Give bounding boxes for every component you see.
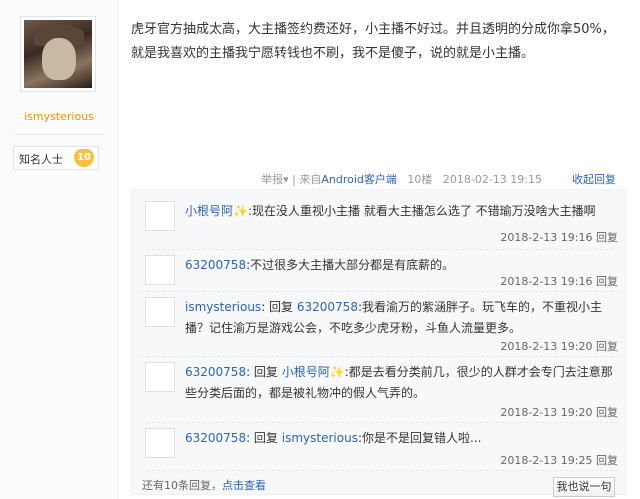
more-replies: 还有10条回复，点击查看 bbox=[142, 477, 266, 493]
sparkle-icon: ✨ bbox=[329, 365, 345, 379]
add-reply-button[interactable]: 我也说一句 bbox=[553, 477, 615, 497]
comment-username[interactable]: 63200758 bbox=[185, 431, 246, 445]
comment-username[interactable]: 小根号阿 bbox=[185, 204, 233, 218]
reply-link[interactable]: 回复 bbox=[596, 454, 618, 467]
client-link[interactable]: Android客户端 bbox=[321, 173, 397, 186]
list-item: 小根号阿✨:现在没人重视小主播 就看大主播怎么选了 不错瑜万没啥大主播啊 201… bbox=[142, 196, 618, 250]
meta-separator: | bbox=[292, 173, 296, 186]
user-avatar[interactable] bbox=[145, 428, 175, 458]
reply-prefix: : 回复 bbox=[246, 431, 278, 445]
reply-link[interactable]: 回复 bbox=[596, 340, 618, 353]
sub-reply-list: 小根号阿✨:现在没人重视小主播 就看大主播怎么选了 不错瑜万没啥大主播啊 201… bbox=[131, 189, 626, 497]
report-link[interactable]: 举报 bbox=[261, 173, 283, 186]
comment-text: :你是不是回复错人啦... bbox=[357, 431, 482, 445]
rank-label: 知名人士 bbox=[19, 153, 63, 166]
comment-time: 2018-2-13 19:16 bbox=[500, 231, 593, 244]
author-avatar[interactable] bbox=[20, 16, 96, 92]
reply-to-username[interactable]: ismysterious bbox=[282, 431, 358, 445]
collapse-reply-button[interactable]: 收起回复 bbox=[572, 171, 616, 187]
user-avatar[interactable] bbox=[145, 297, 175, 327]
from-prefix: 来自 bbox=[299, 173, 322, 186]
post-time: 2018-02-13 19:15 bbox=[442, 173, 542, 186]
comment-username[interactable]: ismysterious bbox=[185, 300, 261, 314]
author-avatar-image bbox=[24, 20, 92, 88]
list-item: ismysterious: 回复 63200758:我看渝万的紫涵胖子。玩飞车的… bbox=[142, 292, 618, 357]
reply-prefix: : 回复 bbox=[246, 365, 278, 379]
reply-link[interactable]: 回复 bbox=[596, 406, 618, 419]
rank-level-icon: 10 bbox=[74, 149, 94, 167]
comment-time: 2018-2-13 19:20 bbox=[500, 406, 593, 419]
reply-prefix: : 回复 bbox=[261, 300, 294, 314]
comment-time: 2018-2-13 19:25 bbox=[500, 454, 593, 467]
reply-link[interactable]: 回复 bbox=[596, 231, 618, 244]
post-meta: 举报▾ | 来自Android客户端 10楼 2018-02-13 19:15 … bbox=[131, 168, 626, 190]
list-item: 63200758:不过很多大主播大部分都是有底薪的。 2018-2-13 19:… bbox=[142, 250, 618, 292]
list-item: 63200758: 回复 小根号阿✨:都是去看分类前几，很少的人群才会专门去注意… bbox=[142, 357, 618, 423]
report-dropdown-icon[interactable]: ▾ bbox=[283, 173, 289, 186]
comment-username[interactable]: 63200758 bbox=[185, 258, 246, 272]
user-avatar[interactable] bbox=[145, 255, 175, 285]
user-avatar[interactable] bbox=[145, 201, 175, 231]
reply-to-username[interactable]: 63200758 bbox=[297, 300, 358, 314]
post-content: 虎牙官方抽成太高，大主播签约费还好，小主播不好过。并且透明的分成你拿50%，就是… bbox=[131, 22, 615, 61]
floor-number: 10楼 bbox=[407, 173, 433, 186]
reply-to-username[interactable]: 小根号阿 bbox=[282, 365, 330, 379]
sparkle-icon: ✨ bbox=[233, 204, 248, 218]
comment-time: 2018-2-13 19:16 bbox=[500, 275, 593, 288]
more-replies-text: 还有10条回复， bbox=[142, 479, 222, 492]
view-more-link[interactable]: 点击查看 bbox=[222, 479, 266, 492]
author-rank-badge[interactable]: 知名人士 10 bbox=[13, 146, 99, 170]
comment-text: :不过很多大主播大部分都是有底薪的。 bbox=[246, 258, 455, 272]
reply-link[interactable]: 回复 bbox=[596, 275, 618, 288]
list-item: 63200758: 回复 ismysterious:你是不是回复错人啦... 2… bbox=[142, 423, 618, 471]
comment-text: :现在没人重视小主播 就看大主播怎么选了 不错瑜万没啥大主播啊 bbox=[247, 204, 596, 218]
comment-username[interactable]: 63200758 bbox=[185, 365, 246, 379]
divider bbox=[14, 134, 104, 135]
author-sidebar: ismysterious 知名人士 10 bbox=[0, 0, 118, 499]
user-avatar[interactable] bbox=[145, 362, 175, 392]
comment-time: 2018-2-13 19:20 bbox=[500, 340, 593, 353]
author-username[interactable]: ismysterious bbox=[0, 110, 118, 123]
